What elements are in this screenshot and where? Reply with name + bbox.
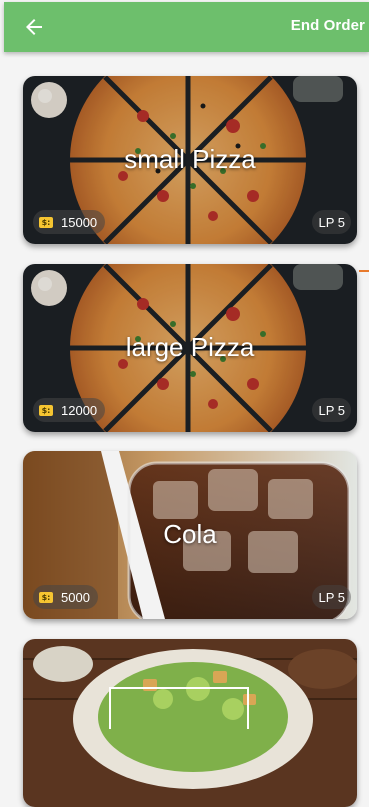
lp-badge: LP 5 — [312, 398, 351, 422]
product-list[interactable]: small Pizza $: 15000 LP 5 large Pizza $:… — [0, 52, 369, 807]
product-card-small-pizza[interactable]: small Pizza $: 15000 LP 5 — [23, 76, 357, 244]
product-card-salad[interactable] — [23, 639, 357, 807]
product-price: 15000 — [61, 214, 98, 230]
lp-badge: LP 5 — [312, 210, 351, 234]
app-bar: End Order — [4, 2, 369, 52]
coin-icon: $: — [39, 591, 53, 603]
product-title: large Pizza — [125, 332, 255, 362]
product-price: 5000 — [61, 589, 90, 605]
scroll-edge-marker — [359, 270, 369, 272]
end-order-button[interactable]: End Order — [291, 17, 365, 34]
price-badge: $: 15000 — [33, 210, 106, 234]
product-card-large-pizza[interactable]: large Pizza $: 12000 LP 5 — [23, 264, 357, 432]
coin-icon: $: — [39, 404, 53, 416]
title-frame — [109, 687, 249, 729]
product-price: 12000 — [61, 402, 98, 418]
arrow-left-icon[interactable] — [22, 15, 46, 39]
price-badge: $: 12000 — [33, 398, 106, 422]
product-title: Cola — [163, 519, 217, 549]
product-card-cola[interactable]: Cola $: 5000 LP 5 — [23, 451, 357, 619]
product-title: small Pizza — [124, 144, 256, 174]
price-badge: $: 5000 — [33, 585, 98, 609]
coin-icon: $: — [39, 216, 53, 228]
lp-badge: LP 5 — [312, 585, 351, 609]
